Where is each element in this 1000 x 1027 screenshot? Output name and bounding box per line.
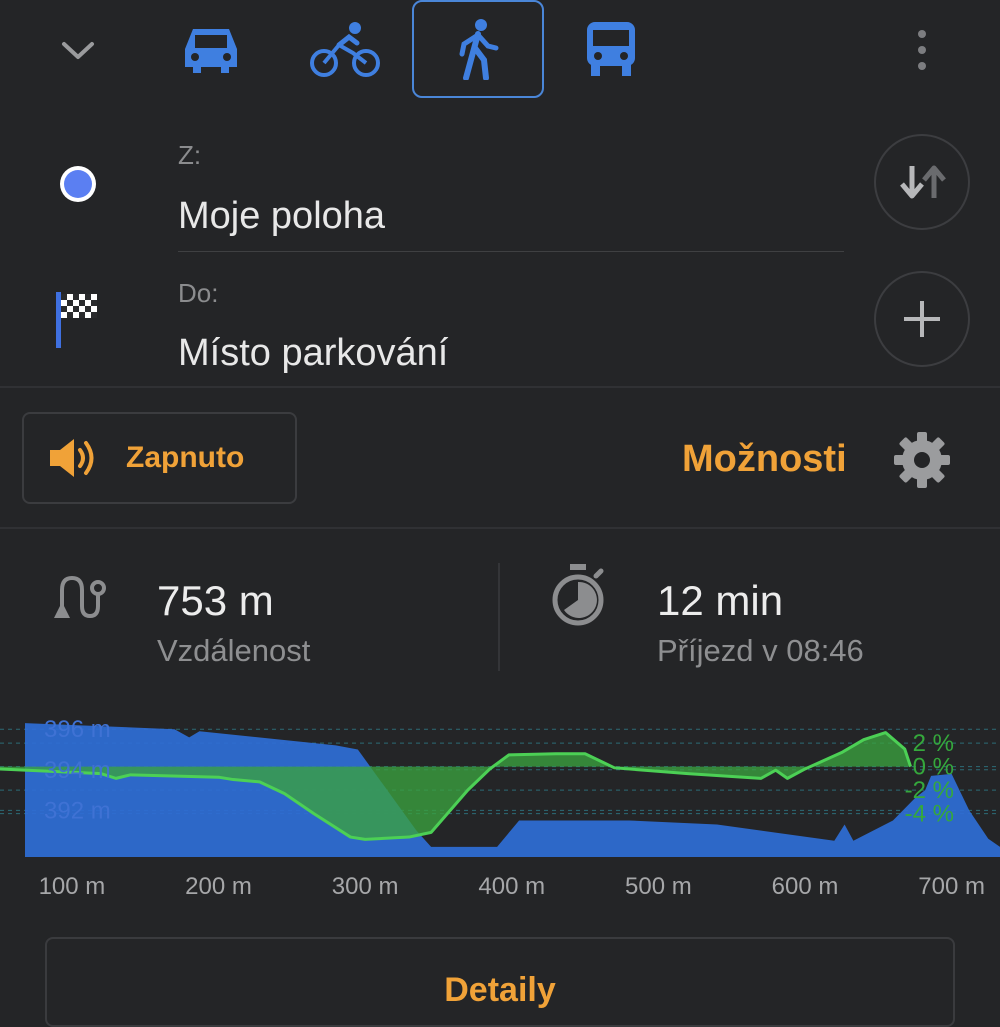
mode-walk-button[interactable] — [412, 0, 544, 98]
add-waypoint-button[interactable] — [874, 271, 970, 367]
car-icon — [185, 29, 237, 73]
divider — [0, 527, 1000, 529]
distance-label: Vzdálenost — [157, 633, 311, 668]
y-right-tick-label: -4 % — [905, 801, 954, 828]
details-button[interactable]: Detaily — [45, 937, 955, 1027]
origin-dot-icon — [60, 166, 96, 202]
voice-toggle-button[interactable]: Zapnuto — [22, 412, 297, 504]
mode-bicycle-button[interactable] — [279, 0, 411, 98]
stopwatch-icon — [552, 564, 604, 626]
route-distance-icon — [54, 575, 106, 619]
to-input[interactable]: Místo parkování — [178, 332, 448, 375]
from-input[interactable]: Moje poloha — [178, 195, 385, 238]
y-left-tick-label: 394 m — [44, 757, 111, 784]
x-tick-label: 400 m — [478, 873, 545, 900]
walk-icon — [459, 19, 499, 80]
chevron-down-icon — [62, 42, 94, 59]
distance-value: 753 m — [157, 577, 274, 624]
x-tick-label: 700 m — [918, 873, 985, 900]
x-tick-label: 100 m — [39, 873, 106, 900]
divider — [0, 386, 1000, 388]
bicycle-icon — [310, 22, 380, 77]
x-tick-label: 500 m — [625, 873, 692, 900]
bus-icon — [587, 22, 635, 76]
x-tick-label: 600 m — [772, 873, 839, 900]
options-button[interactable]: Možnosti — [682, 438, 847, 481]
duration-value: 12 min — [657, 577, 784, 624]
collapse-button[interactable] — [48, 20, 108, 80]
details-label: Detaily — [444, 971, 556, 1009]
mode-bus-button[interactable] — [545, 0, 677, 98]
plus-icon — [904, 301, 940, 337]
x-tick-label: 200 m — [185, 873, 252, 900]
from-underline — [178, 251, 844, 252]
arrival-time-label: Příjezd v 08:46 — [657, 633, 864, 668]
voice-label: Zapnuto — [126, 441, 245, 474]
speaker-icon — [50, 439, 94, 477]
more-vertical-icon — [918, 30, 926, 70]
gear-icon[interactable] — [892, 430, 952, 490]
stats-divider — [498, 563, 500, 671]
y-left-tick-label: 392 m — [44, 797, 111, 824]
swap-button[interactable] — [874, 134, 970, 230]
x-tick-label: 300 m — [332, 873, 399, 900]
swap-arrows-icon — [900, 165, 946, 199]
mode-car-button[interactable] — [145, 0, 277, 98]
elevation-chart[interactable]: 396 m394 m392 m2 %0 %-2 %-4 %100 m 200 m3… — [0, 690, 1000, 910]
from-label: Z: — [178, 140, 202, 170]
destination-flag-icon — [56, 292, 97, 348]
more-menu-button[interactable] — [900, 20, 944, 80]
y-left-tick-label: 396 m — [44, 716, 111, 743]
to-label: Do: — [178, 278, 219, 308]
